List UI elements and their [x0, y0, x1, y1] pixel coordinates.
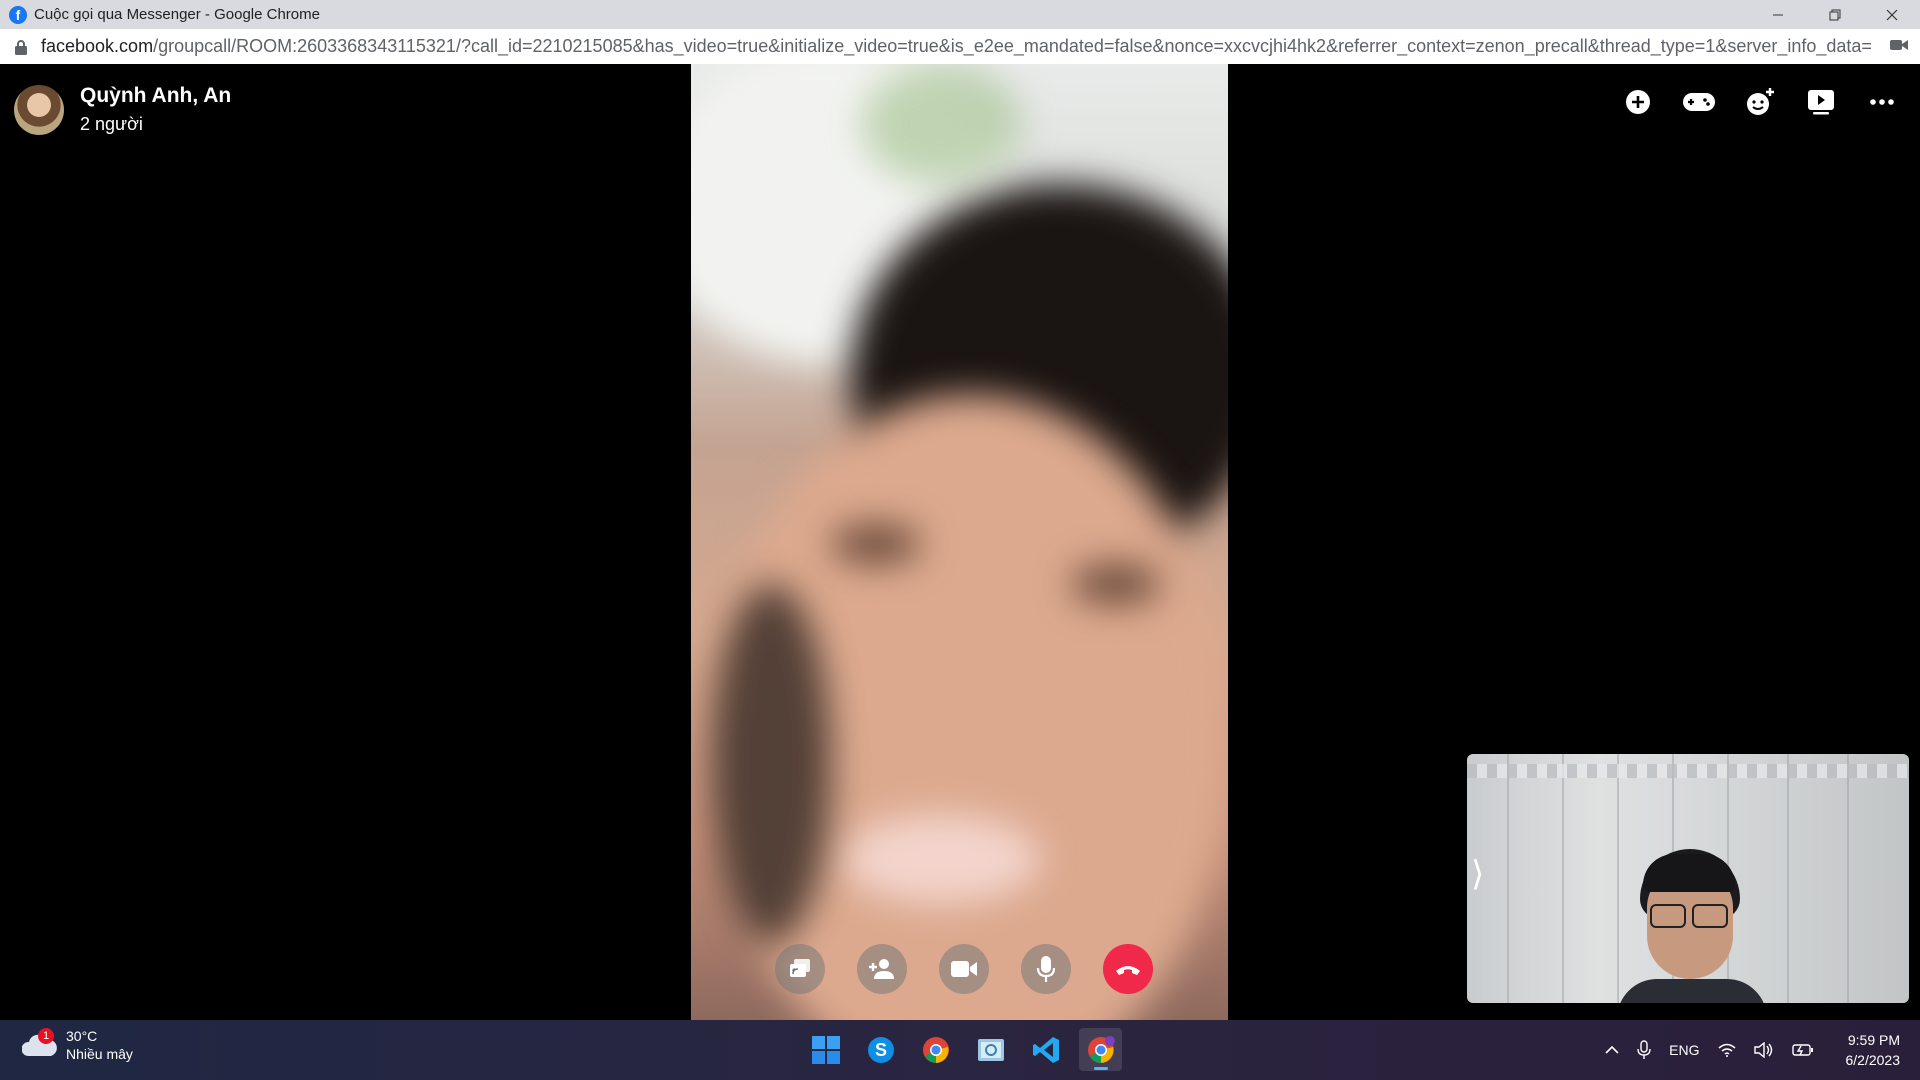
- window-title-bar: f Cuộc gọi qua Messenger - Google Chrome: [0, 0, 1920, 29]
- add-person-icon: [869, 959, 894, 979]
- self-video[interactable]: ⟩: [1467, 754, 1909, 1003]
- end-call-icon: [1116, 966, 1140, 975]
- remote-video: [691, 64, 1228, 1020]
- taskbar-apps: S: [804, 1028, 1122, 1071]
- date: 6/2/2023: [1845, 1052, 1901, 1068]
- wifi-icon[interactable]: [1718, 1043, 1736, 1057]
- camera-in-use-icon[interactable]: [1890, 38, 1908, 52]
- window-title: Cuộc gọi qua Messenger - Google Chrome: [34, 6, 320, 23]
- time: 9:59 PM: [1847, 1032, 1900, 1048]
- expand-chevron-icon[interactable]: ⟩: [1471, 854, 1484, 894]
- url-path: /groupcall/ROOM:2603368343115321/?call_i…: [153, 36, 1871, 56]
- skype-icon: S: [867, 1036, 894, 1063]
- url-domain: facebook.com: [41, 36, 154, 56]
- close-button[interactable]: [1863, 0, 1920, 29]
- avatar[interactable]: [14, 84, 64, 135]
- chevron-up-icon[interactable]: [1605, 1045, 1619, 1055]
- windows-start-button[interactable]: [804, 1028, 847, 1071]
- chrome-button[interactable]: [914, 1028, 957, 1071]
- skype-button[interactable]: S: [859, 1028, 902, 1071]
- windows-start-icon: [811, 1035, 840, 1064]
- microphone-icon: [1036, 956, 1056, 982]
- chrome-icon: [922, 1036, 949, 1063]
- vscode-icon: [1032, 1036, 1059, 1063]
- volume-icon[interactable]: [1753, 1042, 1774, 1058]
- call-title[interactable]: Quỳnh Anh, An: [80, 84, 231, 108]
- address-bar[interactable]: facebook.com/groupcall/ROOM:260336834311…: [0, 29, 1920, 65]
- minimize-button[interactable]: [1749, 0, 1806, 29]
- facebook-icon: f: [9, 5, 27, 24]
- taskbar: 1 30°C Nhiều mây S ENG 9:59 PM 6/2/2023: [0, 1020, 1920, 1080]
- share-screen-button[interactable]: [775, 944, 825, 994]
- chrome-profile-button[interactable]: [1079, 1028, 1122, 1071]
- cloud-icon: 1: [21, 1028, 58, 1060]
- add-person-button[interactable]: [857, 944, 907, 994]
- svg-text:S: S: [874, 1040, 886, 1060]
- participant-count: 2 người: [80, 114, 143, 134]
- vscode-button[interactable]: [1024, 1028, 1067, 1071]
- call-header: Quỳnh Anh, An 2 người: [14, 84, 231, 135]
- call-header-actions: [1620, 84, 1900, 120]
- microphone-button[interactable]: [1021, 944, 1071, 994]
- add-emoji-icon[interactable]: [1742, 84, 1778, 120]
- notification-badge: 1: [38, 1028, 54, 1044]
- battery-icon[interactable]: [1791, 1043, 1814, 1057]
- url-text[interactable]: facebook.com/groupcall/ROOM:260336834311…: [41, 36, 1871, 57]
- video-camera-icon: [951, 961, 977, 977]
- weather-widget[interactable]: 1 30°C Nhiều mây: [21, 1028, 133, 1062]
- call-controls: [775, 944, 1153, 994]
- close-icon: [1886, 9, 1897, 20]
- microphone-tray-icon[interactable]: [1637, 1040, 1651, 1060]
- add-icon[interactable]: [1620, 84, 1656, 120]
- clock[interactable]: 9:59 PM 6/2/2023: [1846, 1030, 1901, 1070]
- chrome-profile-icon: [1087, 1035, 1115, 1063]
- language-indicator[interactable]: ENG: [1669, 1042, 1699, 1058]
- play-icon[interactable]: [1803, 84, 1839, 120]
- weather-condition: Nhiều mây: [66, 1046, 133, 1062]
- app-icon: [977, 1038, 1004, 1061]
- temperature: 30°C: [66, 1028, 98, 1044]
- call-area: Quỳnh Anh, An 2 người ⟩: [0, 64, 1920, 1020]
- share-screen-icon: [790, 959, 810, 977]
- restore-button[interactable]: [1806, 0, 1863, 29]
- end-call-button[interactable]: [1103, 944, 1153, 994]
- system-tray: ENG 9:59 PM 6/2/2023: [1605, 1020, 1900, 1080]
- game-icon[interactable]: [1681, 84, 1717, 120]
- restore-icon: [1829, 9, 1840, 20]
- more-icon[interactable]: [1864, 84, 1900, 120]
- video-camera-button[interactable]: [939, 944, 989, 994]
- lock-icon[interactable]: [14, 39, 28, 55]
- minimize-icon: [1772, 14, 1783, 15]
- app-button[interactable]: [969, 1028, 1012, 1071]
